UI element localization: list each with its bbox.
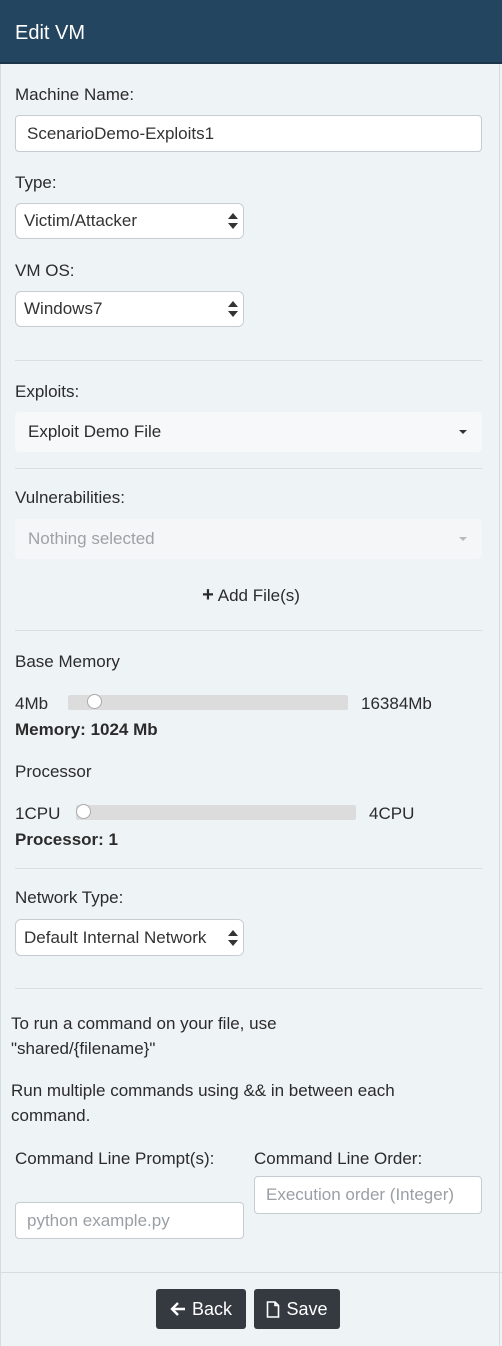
footer-divider	[0, 1272, 502, 1273]
command-prompt-input[interactable]	[15, 1202, 244, 1239]
memory-slider[interactable]	[68, 694, 348, 710]
caret-down-icon	[459, 430, 467, 434]
select-arrows-icon	[228, 213, 238, 229]
save-button[interactable]: Save	[254, 1289, 340, 1329]
divider	[15, 468, 482, 469]
memory-slider-handle[interactable]	[87, 694, 102, 709]
vulnerabilities-label: Vulnerabilities:	[15, 488, 125, 507]
add-files-label: Add File(s)	[217, 586, 300, 605]
save-button-label: Save	[286, 1298, 328, 1319]
modal-header: Edit VM	[0, 0, 502, 64]
network-type-select[interactable]: Default Internal Network	[15, 919, 244, 956]
processor-max-label: 4CPU	[369, 804, 415, 823]
command-order-input[interactable]	[254, 1176, 482, 1214]
divider	[15, 868, 482, 869]
vm-os-select-value: Windows7	[24, 299, 103, 318]
select-arrows-icon	[228, 929, 238, 946]
exploits-dropdown-value: Exploit Demo File	[28, 422, 162, 441]
vulnerabilities-dropdown[interactable]: Nothing selected	[15, 519, 482, 559]
divider	[15, 360, 482, 361]
select-arrows-icon	[228, 301, 238, 317]
exploits-label: Exploits:	[15, 382, 80, 401]
type-label: Type:	[15, 173, 57, 192]
modal-title: Edit VM	[15, 22, 86, 44]
file-icon	[267, 1300, 280, 1318]
help-text-shared-path: To run a command on your file, use "shar…	[11, 1014, 277, 1058]
caret-down-icon	[459, 537, 467, 541]
machine-name-input[interactable]	[15, 115, 482, 152]
processor-slider[interactable]	[76, 804, 356, 820]
command-order-label: Command Line Order:	[254, 1149, 423, 1168]
memory-readout: Memory: 1024 Mb	[15, 720, 158, 739]
divider	[15, 630, 482, 631]
back-button-label: Back	[191, 1298, 233, 1319]
processor-min-label: 1CPU	[15, 804, 61, 823]
processor-readout: Processor: 1	[15, 830, 118, 849]
help-text-multiple-commands: Run multiple commands using && in betwee…	[11, 1081, 395, 1125]
type-select[interactable]: Victim/Attacker	[15, 203, 244, 239]
plus-icon: +	[202, 584, 214, 606]
memory-min-label: 4Mb	[15, 694, 49, 713]
add-files-button[interactable]: + Add File(s)	[0, 584, 502, 607]
machine-name-label: Machine Name:	[15, 85, 135, 104]
processor-slider-handle[interactable]	[76, 804, 91, 819]
processor-label: Processor	[15, 762, 92, 781]
vm-os-label: VM OS:	[15, 261, 75, 280]
divider	[15, 988, 482, 989]
type-select-value: Victim/Attacker	[24, 211, 138, 230]
exploits-dropdown[interactable]: Exploit Demo File	[15, 412, 482, 452]
network-type-label: Network Type:	[15, 888, 124, 907]
arrow-left-icon	[170, 1302, 185, 1316]
network-type-select-value: Default Internal Network	[24, 927, 207, 947]
command-prompt-label: Command Line Prompt(s):	[15, 1149, 215, 1168]
memory-max-label: 16384Mb	[361, 694, 432, 713]
back-button[interactable]: Back	[156, 1289, 246, 1329]
vulnerabilities-dropdown-value: Nothing selected	[28, 529, 155, 548]
vm-os-select[interactable]: Windows7	[15, 291, 244, 327]
base-memory-label: Base Memory	[15, 652, 120, 671]
